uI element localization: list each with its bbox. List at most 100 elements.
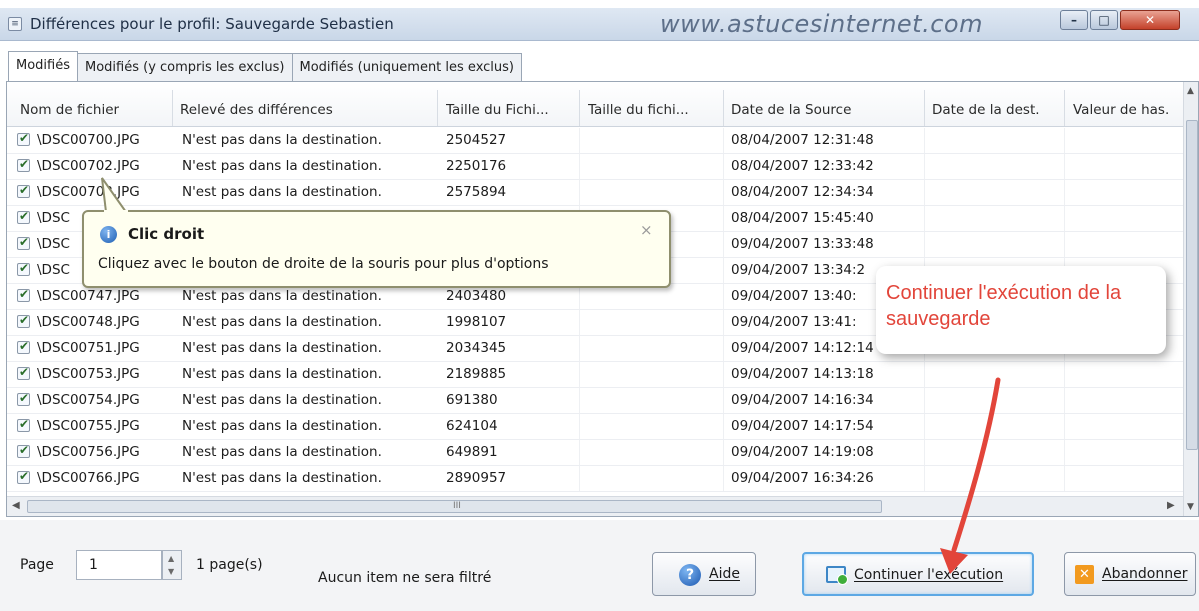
- column-header-date-source[interactable]: Date de la Source: [731, 102, 851, 118]
- page-spinner[interactable]: ▲ ▼: [162, 550, 182, 580]
- cell-date-source: 09/04/2007 16:34:26: [731, 470, 874, 486]
- info-icon: i: [100, 226, 117, 243]
- row-checkbox[interactable]: [17, 131, 30, 146]
- close-button[interactable]: ✕: [1120, 10, 1180, 30]
- cell-date-source: 08/04/2007 12:33:42: [731, 158, 874, 174]
- row-checkbox[interactable]: [17, 209, 30, 224]
- scroll-up-icon[interactable]: ▲: [1187, 86, 1194, 96]
- cell-filename: \DSC00751.JPG: [37, 340, 140, 356]
- cell-date-source: 09/04/2007 14:16:34: [731, 392, 874, 408]
- cell-filename: \DSC00755.JPG: [37, 418, 140, 434]
- title-bar: ≡ Différences pour le profil: Sauvegarde…: [0, 8, 1199, 41]
- cell-difference: N'est pas dans la destination.: [182, 340, 382, 356]
- cell-date-source: 09/04/2007 13:34:2: [731, 262, 866, 278]
- row-checkbox[interactable]: [17, 443, 30, 458]
- row-checkbox[interactable]: [17, 339, 30, 354]
- window-controls: – □ ✕: [1060, 10, 1199, 30]
- row-checkbox[interactable]: [17, 365, 30, 380]
- row-checkbox[interactable]: [17, 157, 30, 172]
- cell-size-source: 2189885: [446, 366, 507, 382]
- cell-size-source: 2575894: [446, 184, 507, 200]
- scroll-right-icon[interactable]: ▶: [1167, 500, 1175, 511]
- minimize-button[interactable]: –: [1060, 10, 1088, 30]
- cell-size-source: 2504527: [446, 132, 507, 148]
- cell-filename: \DSC00747.JPG: [37, 288, 140, 304]
- cell-filename: \DSC00754.JPG: [37, 392, 140, 408]
- minimize-icon: –: [1071, 13, 1077, 27]
- row-checkbox[interactable]: [17, 235, 30, 250]
- tab-modifies-avec-exclus[interactable]: Modifiés (y compris les exclus): [77, 53, 293, 81]
- cell-difference: N'est pas dans la destination.: [182, 366, 382, 382]
- cell-filename: \DSC: [37, 262, 70, 278]
- page-input[interactable]: 1: [76, 550, 162, 580]
- tooltip-close-icon[interactable]: ×: [640, 221, 653, 239]
- cancel-icon: ✕: [1075, 565, 1094, 584]
- scroll-grip: III: [453, 501, 461, 511]
- close-icon: ✕: [1144, 13, 1156, 27]
- row-checkbox[interactable]: [17, 261, 30, 276]
- watermark: www.astucesinternet.com: [660, 10, 983, 38]
- vertical-scroll-thumb[interactable]: [1186, 120, 1198, 450]
- cell-date-source: 09/04/2007 13:41:: [731, 314, 857, 330]
- cell-size-source: 624104: [446, 418, 498, 434]
- annotation-arrow: [940, 377, 1001, 574]
- row-checkbox[interactable]: [17, 183, 30, 198]
- grid-header: Nom de fichier Relevé des différences Ta…: [7, 82, 1183, 127]
- column-header-taille-dest[interactable]: Taille du fichi...: [588, 102, 712, 118]
- cell-filename: \DSC00748.JPG: [37, 314, 140, 330]
- cell-date-source: 09/04/2007 13:33:48: [731, 236, 874, 252]
- cell-difference: N'est pas dans la destination.: [182, 470, 382, 486]
- tooltip-title: Clic droit: [128, 225, 205, 243]
- cell-date-source: 09/04/2007 14:13:18: [731, 366, 874, 382]
- horizontal-scroll-thumb[interactable]: III: [27, 500, 882, 513]
- annotation-callout: Continuer l'exécution de la sauvegarde: [876, 266, 1166, 354]
- vertical-scrollbar[interactable]: ▲ ▼: [1183, 82, 1198, 516]
- row-checkbox[interactable]: [17, 313, 30, 328]
- page-count: 1 page(s): [196, 557, 263, 573]
- cell-difference: N'est pas dans la destination.: [182, 184, 382, 200]
- spin-up-icon[interactable]: ▲: [168, 554, 174, 563]
- column-header-taille-source[interactable]: Taille du Fichi...: [446, 102, 574, 118]
- scroll-left-icon[interactable]: ◀: [12, 500, 20, 511]
- cell-date-source: 08/04/2007 15:45:40: [731, 210, 874, 226]
- cell-date-source: 08/04/2007 12:34:34: [731, 184, 874, 200]
- cell-date-source: 09/04/2007 13:40:: [731, 288, 857, 304]
- table-row[interactable]: \DSC00700.JPG N'est pas dans la destinati…: [7, 128, 1183, 154]
- page-label: Page: [20, 557, 54, 573]
- tab-strip: Modifiés Modifiés (y compris les exclus)…: [8, 51, 522, 81]
- column-header-releve[interactable]: Relevé des différences: [180, 102, 333, 118]
- cell-size-source: 2403480: [446, 288, 507, 304]
- cell-difference: N'est pas dans la destination.: [182, 314, 382, 330]
- column-header-hash[interactable]: Valeur de has.: [1073, 102, 1183, 118]
- row-checkbox[interactable]: [17, 287, 30, 302]
- menu-icon[interactable]: ≡: [8, 17, 22, 31]
- abandonner-button[interactable]: ✕ Abandonner: [1064, 552, 1196, 596]
- cell-size-source: 1998107: [446, 314, 507, 330]
- aide-button[interactable]: ? Aide: [652, 552, 756, 596]
- cell-date-source: 08/04/2007 12:31:48: [731, 132, 874, 148]
- tab-modifies-exclus-seulement[interactable]: Modifiés (uniquement les exclus): [291, 53, 522, 81]
- window-title: Différences pour le profil: Sauvegarde S…: [30, 15, 394, 33]
- tooltip-text: Cliquez avec le bouton de droite de la s…: [98, 256, 549, 272]
- row-checkbox[interactable]: [17, 469, 30, 484]
- cell-difference: N'est pas dans la destination.: [182, 158, 382, 174]
- column-header-date-dest[interactable]: Date de la dest.: [932, 102, 1040, 118]
- cell-date-source: 09/04/2007 14:12:14: [731, 340, 874, 356]
- help-icon: ?: [679, 564, 701, 586]
- tab-modifies[interactable]: Modifiés: [8, 51, 78, 81]
- cell-filename: \DSC: [37, 210, 70, 226]
- table-row[interactable]: \DSC00703.JPGN'est pas dans la destinati…: [7, 180, 1183, 206]
- maximize-button[interactable]: □: [1090, 10, 1118, 30]
- cell-difference: N'est pas dans la destination.: [182, 418, 382, 434]
- right-click-tooltip: i Clic droit × Cliquez avec le bouton de…: [82, 177, 671, 288]
- cell-filename: \DSC00766.JPG: [37, 470, 140, 486]
- row-checkbox[interactable]: [17, 417, 30, 432]
- spin-down-icon[interactable]: ▼: [168, 567, 174, 576]
- maximize-icon: □: [1098, 13, 1110, 27]
- table-row[interactable]: \DSC00702.JPG N'est pas dans la destinati…: [7, 154, 1183, 180]
- cell-difference: N'est pas dans la destination.: [182, 444, 382, 460]
- cell-size-source: 2250176: [446, 158, 507, 174]
- column-header-nom[interactable]: Nom de fichier: [20, 102, 119, 118]
- scroll-down-icon[interactable]: ▼: [1187, 502, 1194, 512]
- row-checkbox[interactable]: [17, 391, 30, 406]
